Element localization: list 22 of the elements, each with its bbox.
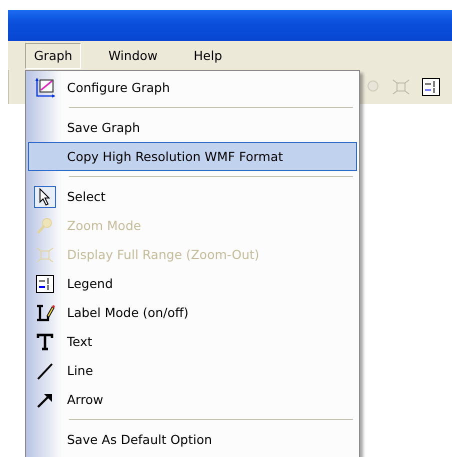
menu-item[interactable]: Configure Graph <box>28 73 357 102</box>
graph-icon <box>35 78 55 98</box>
menu-bar-item[interactable]: Help <box>184 42 232 68</box>
menu-bar-item[interactable]: Graph <box>25 42 82 68</box>
menu-item[interactable]: Arrow <box>28 385 357 414</box>
menu-item[interactable]: Legend <box>28 269 357 298</box>
expand-icon <box>36 246 54 262</box>
menu-item[interactable]: Text <box>28 327 357 356</box>
text-tool-icon <box>36 332 54 350</box>
menu-item[interactable]: Save Graph <box>28 113 357 142</box>
expand-icon[interactable] <box>392 79 410 95</box>
pointer-icon <box>37 188 53 206</box>
legend-icon <box>36 274 54 292</box>
menu-bar-item[interactable]: Window <box>99 42 167 68</box>
menu-item[interactable]: Copy High Resolution WMF Format <box>28 142 357 171</box>
menu-item[interactable]: Line <box>28 356 357 385</box>
menu-item[interactable]: Select <box>28 182 357 211</box>
pencil-letter-icon <box>35 302 55 322</box>
line-tool-icon <box>36 362 54 380</box>
menu-item[interactable]: Label Mode (on/off) <box>28 298 357 327</box>
menu-item[interactable]: Save As Default Option <box>28 425 357 454</box>
legend-icon[interactable] <box>422 78 440 96</box>
